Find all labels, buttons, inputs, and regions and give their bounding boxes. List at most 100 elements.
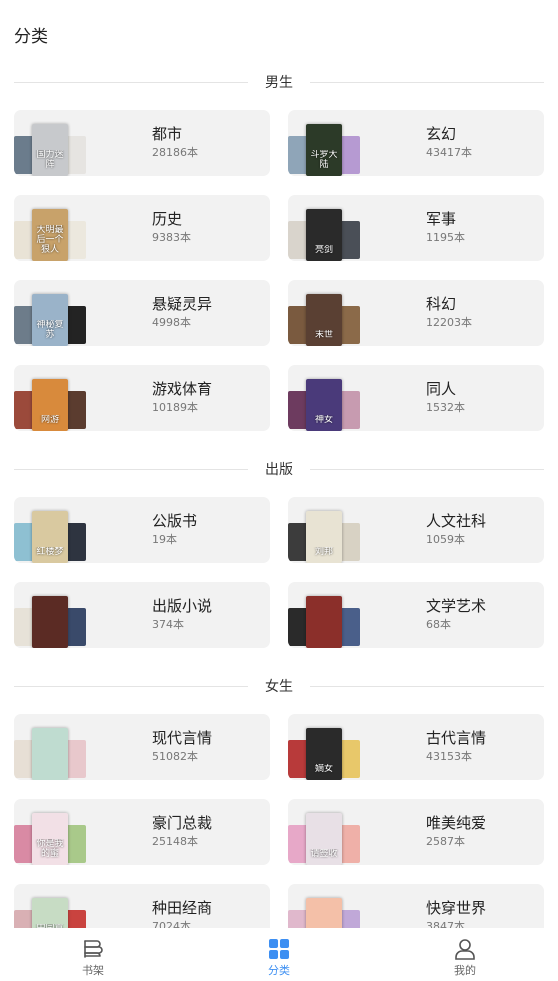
book-covers: 网游 — [14, 379, 88, 431]
category-card[interactable]: 请签收 唯美纯爱 2587本 — [288, 799, 544, 865]
section-header: 女生 — [0, 666, 558, 706]
category-grid: 国力迷阵 都市 28186本 斗罗大陆 玄幻 43417本 大明最后一个狠人 历史 9383本亮… — [0, 102, 558, 431]
category-info: 豪门总裁 25148本 — [152, 814, 212, 850]
book-cover-title: 亮剑 — [314, 245, 333, 255]
book-cover-image: 末世 — [306, 294, 342, 346]
category-card[interactable]: 斗罗大陆 玄幻 43417本 — [288, 110, 544, 176]
divider-line — [14, 469, 248, 470]
category-info: 文学艺术 68本 — [426, 597, 486, 633]
book-cover-image: 国力迷阵 — [32, 124, 68, 176]
book-covers: 神女 — [288, 379, 362, 431]
book-cover-image: 大明最后一个狠人 — [32, 209, 68, 261]
category-name: 出版小说 — [152, 597, 213, 615]
tab-profile-label: 我的 — [454, 964, 476, 977]
category-name: 现代言情 — [152, 729, 213, 747]
category-name: 军事 — [426, 210, 457, 228]
category-info: 游戏体育 10189本 — [152, 380, 212, 416]
category-info: 唯美纯爱 2587本 — [426, 814, 486, 850]
category-card[interactable]: 刘邦 人文社科 1059本 — [288, 497, 544, 563]
book-count: 68本 — [426, 618, 451, 631]
profile-icon — [455, 939, 475, 960]
tab-category[interactable]: 分类 — [186, 928, 372, 981]
book-cover-title: 你是我的蜜 — [36, 839, 64, 859]
book-cover-image: 刘邦 — [306, 511, 342, 563]
book-count: 12203本 — [426, 316, 472, 329]
book-covers: 红楼梦 — [14, 511, 88, 563]
category-page: 分类 男生 国力迷阵 都市 28186本 斗罗大陆 玄幻 43417本 大明最后一个狠人 历史 9… — [0, 0, 558, 981]
category-name: 种田经商 — [152, 899, 213, 917]
category-name: 都市 — [152, 125, 183, 143]
category-info: 玄幻 43417本 — [426, 125, 472, 161]
category-name: 文学艺术 — [426, 597, 487, 615]
book-covers: 国力迷阵 — [14, 124, 88, 176]
book-cover-title: 请签收 — [310, 849, 338, 859]
book-count: 19本 — [152, 533, 177, 546]
book-cover-image: 网游 — [32, 379, 68, 431]
section-title: 男生 — [265, 75, 293, 91]
book-cover-image: 嫡女 — [306, 728, 342, 780]
category-card[interactable]: 神秘复苏 悬疑灵异 4998本 — [14, 280, 270, 346]
book-cover-image: 请签收 — [306, 813, 342, 865]
category-card[interactable]: 末世 科幻 12203本 — [288, 280, 544, 346]
category-info: 现代言情 51082本 — [152, 729, 212, 765]
category-name: 唯美纯爱 — [426, 814, 487, 832]
category-card[interactable]: 国力迷阵 都市 28186本 — [14, 110, 270, 176]
book-cover-image — [306, 596, 342, 648]
book-cover-image: 亮剑 — [306, 209, 342, 261]
book-cover-title: 国力迷阵 — [36, 150, 64, 170]
book-cover-image: 斗罗大陆 — [306, 124, 342, 176]
category-card[interactable]: 大明最后一个狠人 历史 9383本 — [14, 195, 270, 261]
category-info: 同人 1532本 — [426, 380, 465, 416]
category-name: 科幻 — [426, 295, 457, 313]
book-cover-image: 神秘复苏 — [32, 294, 68, 346]
category-card[interactable]: 嫡女 古代言情 43153本 — [288, 714, 544, 780]
category-card[interactable]: 神女 同人 1532本 — [288, 365, 544, 431]
category-card[interactable]: 出版小说 374本 — [14, 582, 270, 648]
category-grid: 现代言情 51082本 嫡女 古代言情 43153本 你是我的蜜 豪门总裁 25148本 请签收… — [0, 706, 558, 950]
book-cover-image: 你是我的蜜 — [32, 813, 68, 865]
book-cover-title: 末世 — [314, 330, 333, 340]
tab-bookshelf[interactable]: 书架 — [0, 928, 186, 981]
book-count: 10189本 — [152, 401, 198, 414]
divider-line — [310, 469, 544, 470]
book-cover-image — [32, 596, 68, 648]
category-card[interactable]: 红楼梦 公版书 19本 — [14, 497, 270, 563]
tab-profile[interactable]: 我的 — [372, 928, 558, 981]
category-info: 都市 28186本 — [152, 125, 198, 161]
category-name: 人文社科 — [426, 512, 487, 530]
category-list[interactable]: 男生 国力迷阵 都市 28186本 斗罗大陆 玄幻 43417本 大明最后一个狠人 历史 9383… — [0, 62, 558, 968]
category-name: 悬疑灵异 — [152, 295, 213, 313]
tab-category-label: 分类 — [268, 964, 290, 977]
book-covers: 末世 — [288, 294, 362, 346]
book-covers: 请签收 — [288, 813, 362, 865]
book-covers: 亮剑 — [288, 209, 362, 261]
book-cover-title: 斗罗大陆 — [310, 150, 338, 170]
category-name: 快穿世界 — [426, 899, 487, 917]
category-info: 公版书 19本 — [152, 512, 197, 548]
category-info: 科幻 12203本 — [426, 295, 472, 331]
category-card[interactable]: 网游 游戏体育 10189本 — [14, 365, 270, 431]
category-card[interactable]: 现代言情 51082本 — [14, 714, 270, 780]
category-card[interactable]: 你是我的蜜 豪门总裁 25148本 — [14, 799, 270, 865]
category-card[interactable]: 亮剑 军事 1195本 — [288, 195, 544, 261]
book-covers: 刘邦 — [288, 511, 362, 563]
section-title: 女生 — [265, 679, 293, 695]
book-count: 1195本 — [426, 231, 465, 244]
category-info: 军事 1195本 — [426, 210, 465, 246]
book-count: 1532本 — [426, 401, 465, 414]
category-name: 同人 — [426, 380, 457, 398]
category-info: 历史 9383本 — [152, 210, 191, 246]
book-covers: 嫡女 — [288, 728, 362, 780]
divider-line — [14, 82, 248, 83]
book-covers — [14, 728, 88, 780]
divider-line — [310, 82, 544, 83]
book-count: 51082本 — [152, 750, 198, 763]
tab-bookshelf-label: 书架 — [82, 964, 104, 977]
category-grid: 红楼梦 公版书 19本 刘邦 人文社科 1059本 出版小说 374本 文学艺术 68本 — [0, 489, 558, 648]
book-cover-title: 神秘复苏 — [36, 320, 64, 340]
section-header: 出版 — [0, 449, 558, 489]
category-info: 悬疑灵异 4998本 — [152, 295, 212, 331]
book-cover-image — [32, 728, 68, 780]
book-covers: 神秘复苏 — [14, 294, 88, 346]
category-card[interactable]: 文学艺术 68本 — [288, 582, 544, 648]
